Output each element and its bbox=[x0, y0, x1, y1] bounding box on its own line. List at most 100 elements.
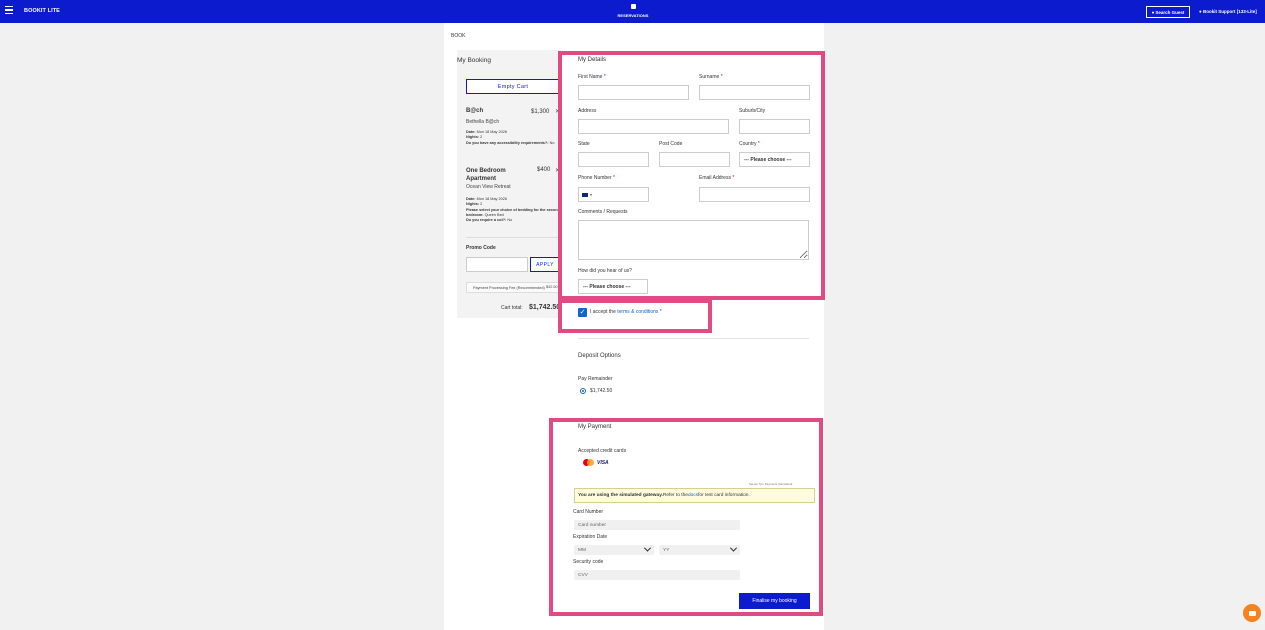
guest-icon: ● bbox=[1151, 9, 1155, 15]
user-icon: ● bbox=[1199, 9, 1202, 14]
reservations-label[interactable]: RESERVATIONS bbox=[613, 13, 653, 18]
first-name-label-text: First Name bbox=[578, 74, 603, 80]
reservations-icon[interactable] bbox=[631, 4, 636, 9]
terms-checkbox[interactable]: ✓ bbox=[578, 308, 587, 317]
remove-item-icon[interactable]: ✕ bbox=[555, 108, 560, 115]
meta-label: Nights: bbox=[466, 202, 480, 206]
email-label: Email Address * bbox=[699, 175, 734, 181]
phone-label: Phone Number * bbox=[578, 175, 615, 181]
cart-divider bbox=[466, 237, 560, 238]
state-input[interactable] bbox=[578, 152, 649, 167]
cart-item-price: $400 bbox=[537, 167, 551, 173]
empty-cart-button[interactable]: Empty Cart bbox=[466, 79, 560, 94]
meta-value: 2 bbox=[480, 135, 483, 139]
docs-link[interactable]: docs bbox=[688, 493, 698, 498]
phone-label-text: Phone Number bbox=[578, 175, 612, 181]
pay-remainder-amount: $1,742.50 bbox=[590, 388, 613, 394]
terms-link[interactable]: terms & conditions bbox=[617, 309, 658, 315]
required-marker: * bbox=[659, 309, 662, 315]
expiry-month-value: MM bbox=[578, 547, 586, 553]
address-label: Address bbox=[578, 108, 597, 114]
surname-label-text: Surname bbox=[699, 74, 720, 80]
cart-item-title: One Bedroom Apartment bbox=[466, 168, 506, 182]
cart-item-subtitle: Ocean View Retreat bbox=[466, 184, 511, 190]
deposit-options-title: Deposit Options bbox=[578, 353, 621, 359]
meta-label: Do you require a cot?: bbox=[466, 218, 507, 222]
cart-item-meta: Date: Mon 18 May 2026 Nights: 2 Do you h… bbox=[466, 130, 561, 146]
chevron-down-icon: ▾ bbox=[590, 192, 593, 197]
country-label: Country * bbox=[739, 141, 760, 147]
visa-icon: VISA bbox=[597, 459, 609, 466]
remove-item-icon[interactable]: ✕ bbox=[555, 167, 560, 174]
first-name-label: First Name * bbox=[578, 74, 606, 80]
post-code-input[interactable] bbox=[659, 152, 730, 167]
banner-end: for test card information. bbox=[698, 493, 750, 498]
promo-code-label: Promo Code bbox=[466, 245, 496, 251]
my-payment-title: My Payment bbox=[578, 424, 612, 430]
card-number-label: Card Number bbox=[573, 509, 604, 515]
mastercard-icon bbox=[583, 459, 594, 466]
au-flag-icon[interactable] bbox=[582, 192, 588, 197]
state-label: State bbox=[578, 141, 590, 147]
country-select[interactable]: --- Please choose --- bbox=[739, 152, 810, 167]
pay-remainder-label: Pay Remainder bbox=[578, 376, 613, 382]
breadcrumb[interactable]: BOOK bbox=[451, 33, 465, 39]
card-number-input[interactable]: Card number bbox=[574, 520, 740, 530]
cart-item-title: B@ch bbox=[466, 108, 484, 114]
surname-label: Surname * bbox=[699, 74, 723, 80]
suburb-label: Suburb/City bbox=[739, 108, 766, 114]
chat-widget-button[interactable] bbox=[1243, 604, 1261, 622]
address-input[interactable] bbox=[578, 119, 729, 134]
meta-value: Mon 18 May 2026 bbox=[476, 130, 507, 134]
meta-label: Do you have any accessibility requiremen… bbox=[466, 141, 549, 145]
phone-input[interactable]: ▾ bbox=[578, 187, 649, 202]
cart-item-subtitle: Bethella B@ch bbox=[466, 119, 500, 125]
menu-icon[interactable] bbox=[5, 6, 13, 14]
hear-about-label: How did you hear of us? bbox=[578, 268, 632, 274]
meta-label: Nights: bbox=[466, 135, 480, 139]
search-guest-button[interactable]: ● Search Guest bbox=[1146, 6, 1190, 18]
expiry-month-select[interactable]: MM bbox=[574, 544, 654, 555]
meta-label: Date: bbox=[466, 197, 476, 201]
email-label-text: Email Address bbox=[699, 175, 731, 181]
meta-value: Queen Bed bbox=[484, 213, 504, 217]
expiry-year-value: YY bbox=[663, 547, 670, 553]
post-code-label: Post Code bbox=[659, 141, 683, 147]
search-guest-label: Search Guest bbox=[1155, 9, 1185, 15]
support-link[interactable]: ● Bookit Support [133-Lite] bbox=[1199, 9, 1257, 14]
comments-textarea[interactable] bbox=[578, 220, 809, 260]
promo-code-input[interactable] bbox=[466, 257, 528, 272]
terms-label: I accept the terms & conditions * bbox=[590, 309, 662, 315]
cart-total-label: Cart total: bbox=[501, 305, 523, 311]
meta-label: Please select your choice of bedding for… bbox=[466, 208, 560, 217]
pay-remainder-radio[interactable] bbox=[580, 388, 586, 394]
payment-fee-label: Payment Processing Fee (Recommended) bbox=[473, 286, 545, 290]
hear-about-select[interactable]: --- Please choose --- bbox=[578, 279, 648, 294]
app-brand[interactable]: BOOKIT LITE bbox=[24, 8, 60, 14]
security-code-input[interactable]: CVV bbox=[574, 570, 740, 580]
required-marker: * bbox=[603, 74, 606, 80]
required-marker: * bbox=[613, 175, 615, 181]
meta-value: No bbox=[507, 218, 513, 222]
email-input[interactable] bbox=[699, 187, 810, 202]
secure-payments-text: Secure Tyro Payments (Simulated) bbox=[749, 482, 793, 486]
terms-prefix: I accept the bbox=[590, 309, 618, 315]
required-marker: * bbox=[720, 74, 723, 80]
apply-promo-button[interactable]: APPLY bbox=[530, 257, 560, 272]
chevron-down-icon bbox=[729, 544, 738, 552]
expiry-label: Expiration Date bbox=[573, 534, 608, 540]
suburb-input[interactable] bbox=[739, 119, 810, 134]
top-navigation-bar: BOOKIT LITE RESERVATIONS ● Search Guest … bbox=[0, 0, 1265, 23]
cart-title: My Booking bbox=[457, 57, 491, 64]
chevron-down-icon bbox=[643, 544, 652, 552]
security-code-label: Security code bbox=[573, 559, 604, 565]
first-name-input[interactable] bbox=[578, 85, 689, 100]
surname-input[interactable] bbox=[699, 85, 810, 100]
simulated-gateway-banner: You are using the simulated gateway. Ref… bbox=[574, 488, 815, 503]
meta-value: 2 bbox=[480, 202, 483, 206]
chat-icon bbox=[1248, 610, 1256, 616]
finalise-booking-button[interactable]: Finalise my booking bbox=[739, 593, 810, 609]
cart-item-meta: Date: Mon 18 May 2026 Nights: 2 Please s… bbox=[466, 197, 561, 223]
section-divider bbox=[578, 338, 809, 339]
expiry-year-select[interactable]: YY bbox=[659, 544, 740, 555]
